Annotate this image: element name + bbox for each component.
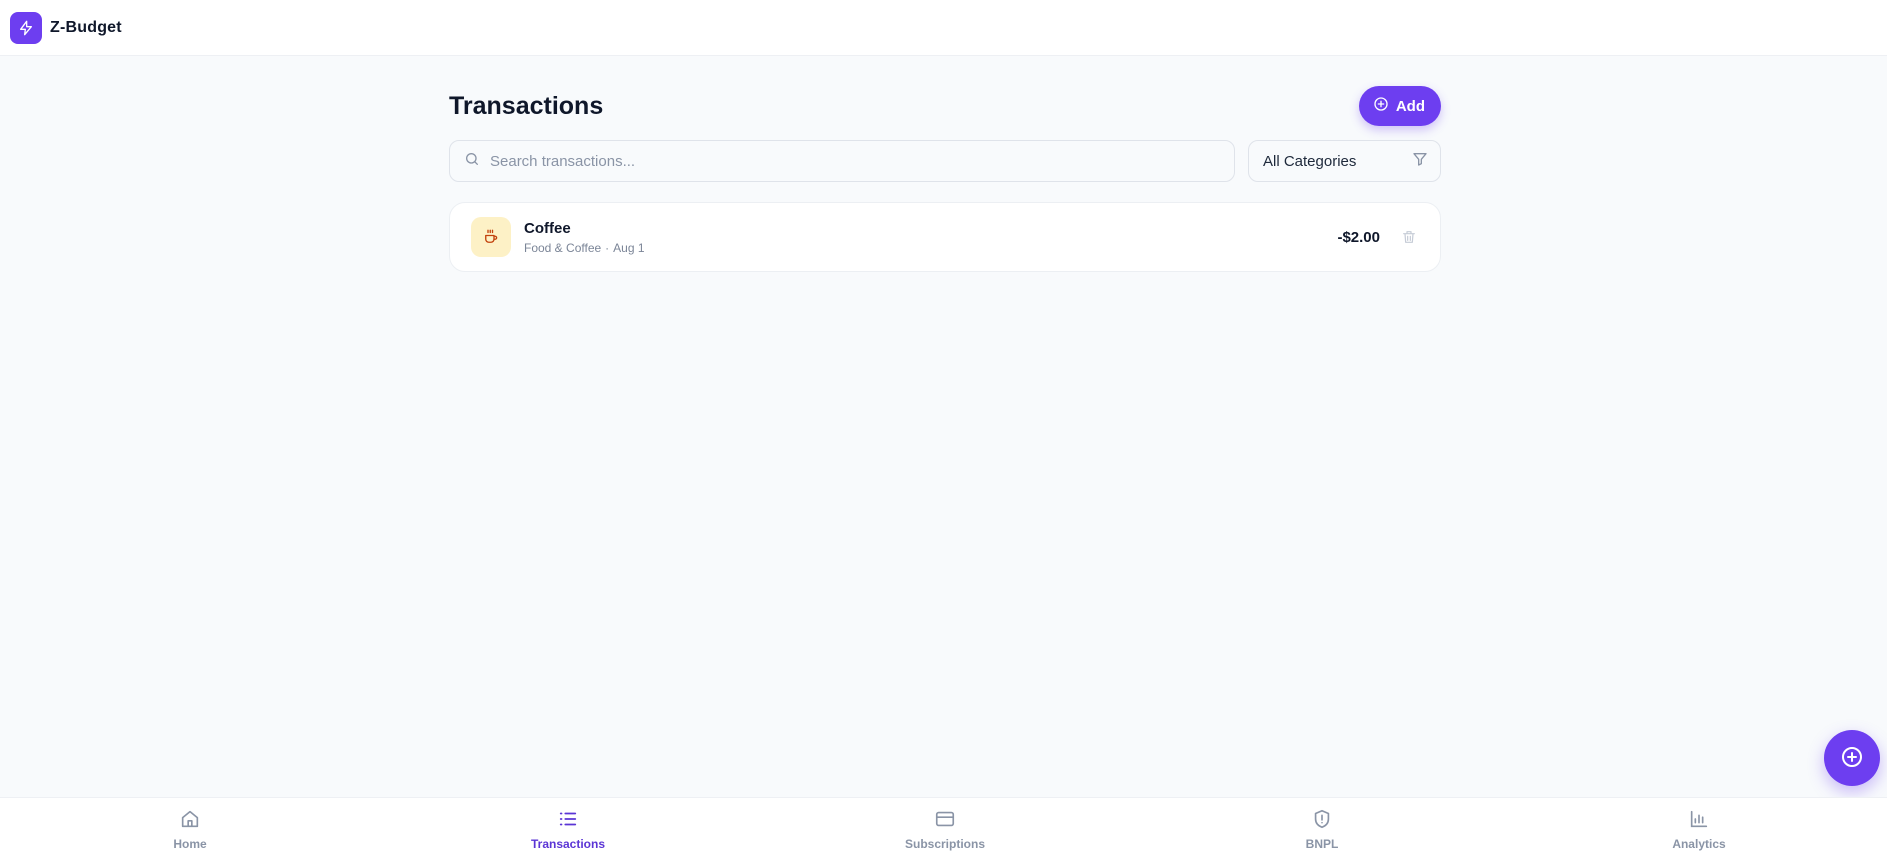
lightning-bolt-icon[interactable] [10,11,42,44]
transaction-row[interactable]: Coffee Food & Coffee · Aug 1 -$2.00 [449,202,1441,272]
search-input[interactable] [490,152,1210,170]
transaction-details: Coffee Food & Coffee · Aug 1 [524,220,1337,255]
transaction-meta: Food & Coffee · Aug 1 [524,241,1337,255]
nav-item-bnpl[interactable]: BNPL [1242,808,1402,856]
bottom-nav: Home Transactions Subscriptions BNPL Ana… [0,797,1887,861]
filter-icon [1412,151,1428,171]
app-name[interactable]: Z-Budget [50,19,122,37]
nav-item-transactions[interactable]: Transactions [488,808,648,856]
coffee-cup-icon [471,217,511,257]
nav-item-analytics[interactable]: Analytics [1619,808,1779,856]
credit-card-icon [934,808,956,833]
page-header: Transactions Add [449,84,1441,128]
transaction-amount: -$2.00 [1337,228,1380,246]
nav-label-bnpl: BNPL [1305,837,1339,851]
nav-item-subscriptions[interactable]: Subscriptions [865,808,1025,856]
page-title: Transactions [449,91,604,120]
search-icon [464,151,480,172]
transaction-date: Aug 1 [613,240,645,255]
floating-add-button[interactable] [1824,730,1880,786]
add-button-label: Add [1395,97,1425,115]
trash-icon[interactable] [1400,228,1418,246]
transaction-category: Food & Coffee [524,240,602,255]
bar-chart-icon [1688,808,1710,833]
filter-bar: All Categories [449,140,1441,182]
shield-alert-icon [1311,808,1333,833]
nav-label-transactions: Transactions [530,837,606,851]
transaction-name: Coffee [524,219,571,237]
nav-label-subscriptions: Subscriptions [904,837,985,851]
list-icon [557,808,579,833]
search-field[interactable] [449,140,1235,182]
add-transaction-button[interactable]: Add [1358,86,1441,126]
nav-label-analytics: Analytics [1672,837,1726,851]
plus-circle-icon [1840,745,1864,772]
plus-circle-icon [1373,96,1389,116]
top-bar: Z-Budget [0,0,1887,56]
home-icon [179,808,201,833]
nav-item-home[interactable]: Home [110,808,270,856]
nav-label-home: Home [173,837,207,851]
meta-separator: · [605,240,610,255]
category-select-value: All Categories [1263,152,1357,170]
category-filter-select[interactable]: All Categories [1248,140,1441,182]
